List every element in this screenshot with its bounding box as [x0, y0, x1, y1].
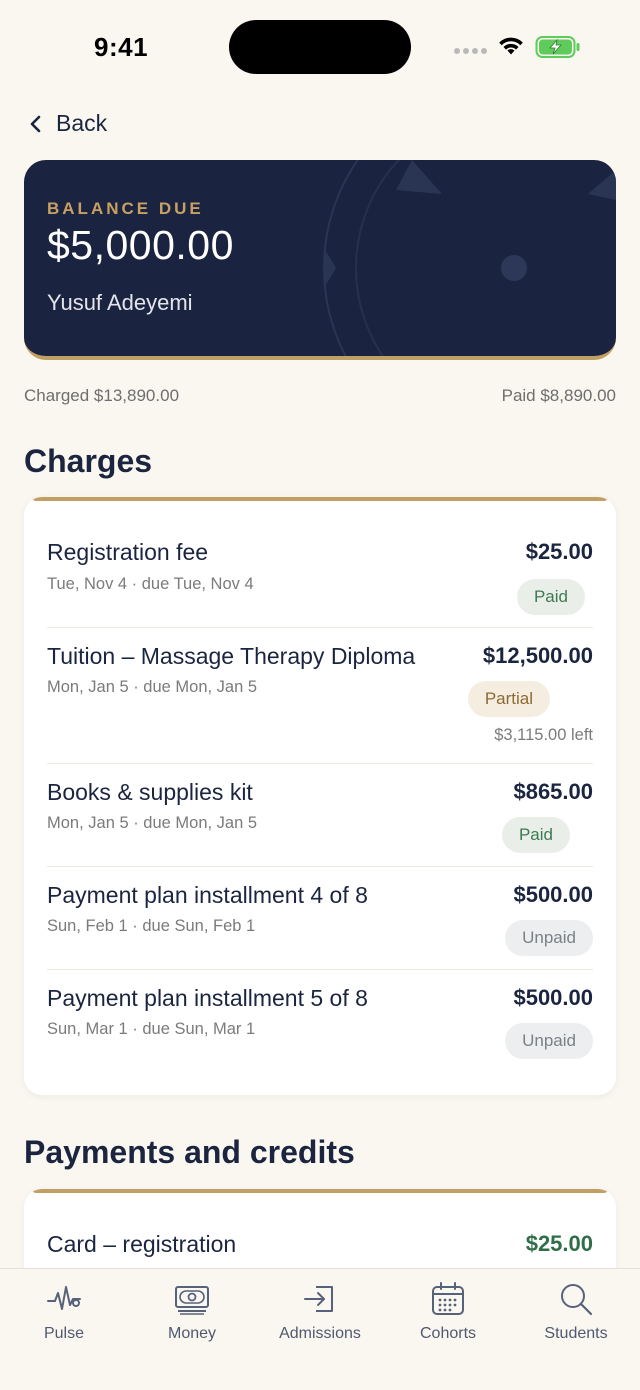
tab-pulse[interactable]: Pulse — [0, 1281, 128, 1343]
tab-admissions[interactable]: Admissions — [256, 1281, 384, 1343]
charge-title: Books & supplies kit — [47, 779, 253, 805]
payment-title: Card – registration — [47, 1231, 237, 1257]
charges-heading: Charges — [24, 443, 153, 479]
charge-row[interactable]: Tuition – Massage Therapy Diploma Mon, J… — [47, 627, 593, 763]
dynamic-island — [229, 20, 411, 74]
balance-due-label: BALANCE DUE — [47, 199, 204, 218]
remaining-amount: $3,115.00 left — [494, 726, 593, 744]
status-badge: Unpaid — [505, 1023, 593, 1059]
status-bar: 9:41 — [0, 0, 640, 95]
charge-date: Mon, Jan 5 · due Mon, Jan 5 — [47, 678, 258, 696]
balance-summary: Charged $13,890.00 Paid $8,890.00 — [24, 386, 616, 406]
charged-total: Charged $13,890.00 — [24, 386, 180, 405]
charge-title: Payment plan installment 5 of 8 — [47, 985, 368, 1011]
tab-label: Cohorts — [419, 1325, 477, 1342]
status-badge: Partial — [467, 681, 550, 717]
status-time: 9:41 — [94, 32, 149, 62]
wifi-icon — [499, 37, 523, 55]
money-icon — [175, 1286, 209, 1315]
tab-label: Money — [167, 1325, 217, 1342]
cellular-signal-icon — [454, 48, 487, 54]
tab-cohorts[interactable]: Cohorts — [384, 1281, 512, 1343]
balance-card: BALANCE DUE $5,000.00 Yusuf Adeyemi — [24, 160, 616, 360]
charge-amount: $500.00 — [513, 882, 593, 907]
charge-title: Registration fee — [47, 539, 209, 565]
student-name: Yusuf Adeyemi — [47, 290, 193, 315]
charge-date: Sun, Mar 1 · due Sun, Mar 1 — [47, 1020, 256, 1038]
paid-total: Paid $8,890.00 — [501, 386, 616, 405]
divider — [47, 627, 593, 628]
charge-title: Tuition – Massage Therapy Diploma — [47, 643, 416, 669]
charge-row[interactable]: Payment plan installment 5 of 8 Sun, Mar… — [47, 969, 593, 1072]
payments-heading: Payments and credits — [24, 1134, 355, 1170]
charge-amount: $865.00 — [513, 779, 593, 804]
tab-label: Admissions — [279, 1325, 361, 1342]
calendar-icon — [432, 1282, 464, 1315]
tab-money[interactable]: Money — [128, 1281, 256, 1343]
balance-due-amount: $5,000.00 — [47, 222, 234, 268]
divider — [47, 969, 593, 970]
tab-label: Pulse — [43, 1325, 85, 1342]
divider — [47, 866, 593, 867]
card-accent — [32, 497, 608, 501]
charge-amount: $25.00 — [525, 539, 593, 564]
chevron-left-icon — [30, 115, 41, 132]
admissions-icon — [304, 1286, 333, 1312]
charge-row[interactable]: Books & supplies kit Mon, Jan 5 · due Mo… — [47, 763, 593, 866]
tab-students[interactable]: Students — [512, 1281, 640, 1343]
charges-card: Registration fee Tue, Nov 4 · due Tue, N… — [24, 497, 616, 1095]
charge-title: Payment plan installment 4 of 8 — [47, 882, 368, 908]
pulse-icon — [47, 1286, 81, 1310]
charge-amount: $500.00 — [513, 985, 593, 1010]
charge-row[interactable]: Registration fee Tue, Nov 4 · due Tue, N… — [47, 529, 593, 627]
tab-bar: Pulse Money Admissions Cohorts Students — [0, 1268, 640, 1390]
status-badge: Paid — [501, 817, 570, 853]
search-icon — [561, 1284, 593, 1316]
charge-row[interactable]: Payment plan installment 4 of 8 Sun, Feb… — [47, 866, 593, 969]
card-accent — [32, 1189, 608, 1193]
charge-date: Sun, Feb 1 · due Sun, Feb 1 — [47, 917, 256, 935]
charge-amount: $12,500.00 — [482, 643, 593, 668]
back-button[interactable]: Back — [28, 110, 107, 137]
charge-date: Mon, Jan 5 · due Mon, Jan 5 — [47, 814, 258, 832]
status-badge: Paid — [516, 579, 585, 615]
charge-date: Tue, Nov 4 · due Tue, Nov 4 — [47, 575, 254, 593]
battery-charging-icon — [535, 36, 580, 58]
payment-amount: $25.00 — [525, 1231, 593, 1256]
tab-label: Students — [544, 1325, 608, 1342]
divider — [47, 763, 593, 764]
status-badge: Unpaid — [505, 920, 593, 956]
back-label: Back — [56, 110, 108, 136]
